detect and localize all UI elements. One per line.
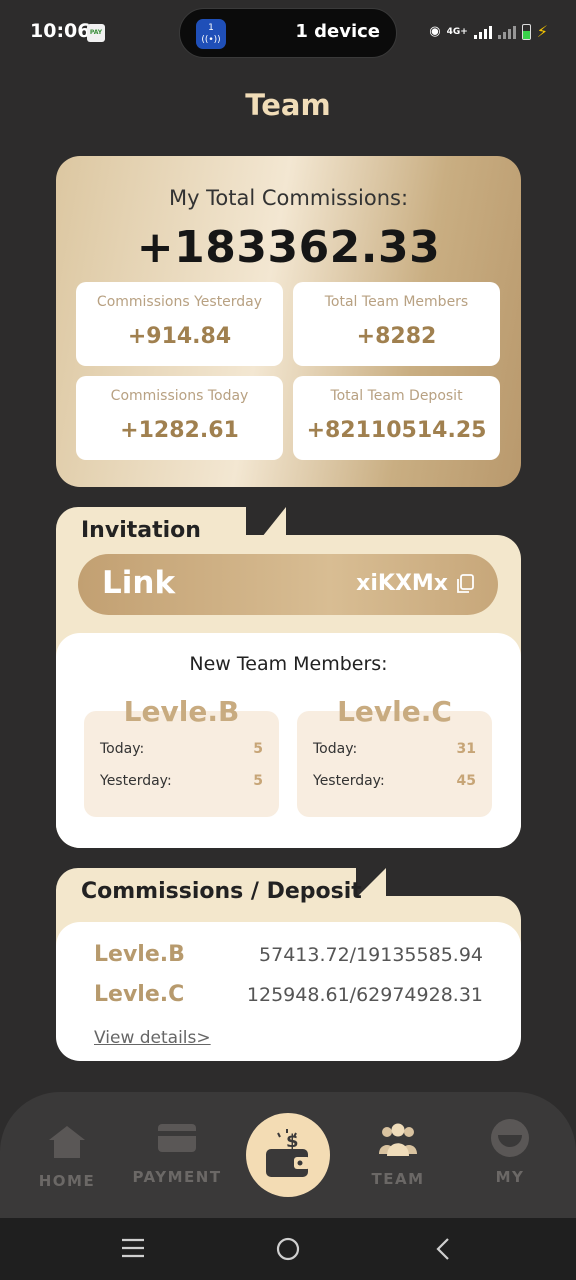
invite-code: xiKXMx bbox=[356, 571, 448, 596]
commissions-deposit-card: Levle.B 57413.72/19135585.94 Levle.C 125… bbox=[56, 922, 521, 1061]
new-team-members-title: New Team Members: bbox=[189, 653, 388, 675]
charging-icon: ⚡ bbox=[536, 22, 548, 41]
level-b-label: Levle.B bbox=[123, 695, 240, 728]
level-c-box: Levle.C Today: 31 Yesterday: 45 bbox=[297, 695, 492, 817]
commissions-card: My Total Commissions: +183362.33 Commiss… bbox=[56, 156, 521, 487]
team-icon bbox=[379, 1123, 417, 1156]
nav-team[interactable]: TEAM bbox=[348, 1120, 448, 1188]
signal2-icon bbox=[497, 25, 516, 39]
menu-icon[interactable] bbox=[121, 1238, 145, 1258]
level-c-label: Levle.C bbox=[337, 695, 452, 728]
invite-link-bar[interactable]: Link xiKXMx bbox=[78, 554, 498, 615]
level-c-today-row: Today: 31 bbox=[313, 741, 476, 757]
network-label: 4G+ bbox=[446, 26, 468, 37]
total-commissions-value: +183362.33 bbox=[136, 222, 441, 273]
system-navigation-bar bbox=[0, 1218, 576, 1280]
profile-icon bbox=[491, 1119, 529, 1157]
device-pill[interactable]: 1 ((•)) 1 device bbox=[179, 8, 397, 58]
invitation-title: Invitation bbox=[81, 518, 201, 543]
back-icon[interactable] bbox=[435, 1237, 451, 1261]
new-team-members-panel: New Team Members: Levle.B Today: 5 Yeste… bbox=[56, 633, 521, 848]
level-b-yesterday-row: Yesterday: 5 bbox=[100, 773, 263, 789]
nav-payment[interactable]: PAYMENT bbox=[127, 1118, 227, 1186]
wallet-icon: $ bbox=[266, 1129, 310, 1177]
center-wallet-button[interactable]: $ bbox=[246, 1113, 330, 1197]
total-commissions-label: My Total Commissions: bbox=[168, 186, 409, 210]
system-indicators: ◉ 4G+ ⚡ bbox=[429, 22, 548, 41]
page-title: Team bbox=[245, 88, 331, 122]
commissions-deposit-title: Commissions / Deposit bbox=[81, 879, 362, 904]
battery-icon bbox=[521, 23, 531, 40]
stat-commissions-today: Commissions Today +1282.61 bbox=[76, 376, 283, 460]
nav-my[interactable]: MY bbox=[460, 1118, 560, 1186]
level-b-commission-row: Levle.B 57413.72/19135585.94 bbox=[94, 942, 483, 967]
stat-commissions-yesterday: Commissions Yesterday +914.84 bbox=[76, 282, 283, 366]
stat-total-team-members: Total Team Members +8282 bbox=[293, 282, 500, 366]
status-bar: 10:06 PAY 1 ((•)) 1 device ◉ 4G+ ⚡ bbox=[0, 0, 576, 64]
home-circle-icon[interactable] bbox=[276, 1237, 300, 1261]
signal-icon bbox=[473, 25, 492, 39]
svg-text:$: $ bbox=[286, 1131, 299, 1152]
card-icon bbox=[158, 1124, 196, 1152]
level-b-box: Levle.B Today: 5 Yesterday: 5 bbox=[84, 695, 279, 817]
home-icon bbox=[49, 1126, 85, 1158]
level-b-today-row: Today: 5 bbox=[100, 741, 263, 757]
level-c-yesterday-row: Yesterday: 45 bbox=[313, 773, 476, 789]
broadcast-icon: 1 ((•)) bbox=[196, 19, 226, 49]
nav-home[interactable]: HOME bbox=[17, 1122, 117, 1190]
pay-badge-icon: PAY bbox=[87, 24, 105, 42]
level-c-commission-row: Levle.C 125948.61/62974928.31 bbox=[94, 982, 483, 1007]
link-label: Link bbox=[102, 565, 176, 601]
stat-total-team-deposit: Total Team Deposit +82110514.25 bbox=[293, 376, 500, 460]
hotspot-icon: ◉ bbox=[429, 24, 441, 39]
device-label: 1 device bbox=[295, 21, 380, 42]
view-details-link[interactable]: View details> bbox=[94, 1028, 211, 1048]
copy-icon[interactable] bbox=[456, 574, 474, 594]
clock: 10:06 bbox=[30, 20, 91, 42]
